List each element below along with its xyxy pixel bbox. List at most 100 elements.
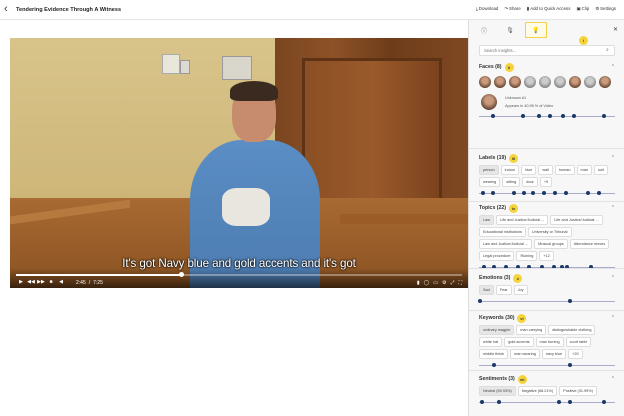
fullscreen-icon[interactable]: ⤢	[450, 280, 454, 286]
insight-chip[interactable]: suit	[593, 165, 608, 175]
insight-chip[interactable]: Sad	[479, 285, 494, 295]
comment-icon[interactable]: ◯	[424, 280, 430, 286]
insight-chip[interactable]: Musical groups	[534, 239, 568, 249]
timeline-marker[interactable]	[585, 191, 590, 195]
timeline-marker[interactable]	[596, 191, 601, 195]
captions-icon[interactable]: ▭	[433, 280, 438, 286]
insight-chip[interactable]: blue	[521, 165, 537, 175]
timeline-marker[interactable]	[497, 400, 502, 404]
insight-chip[interactable]: Attendance moves	[569, 239, 610, 249]
timeline-marker[interactable]	[536, 114, 541, 118]
insight-chip[interactable]: Joy	[513, 285, 528, 295]
insight-chip[interactable]: Fear	[495, 285, 512, 295]
insight-chip[interactable]: Ruining	[516, 251, 538, 261]
insight-chip[interactable]: man wearing	[510, 349, 540, 359]
emotions-timeline[interactable]	[478, 298, 615, 304]
insight-chip[interactable]: Law	[479, 215, 494, 225]
close-icon[interactable]: ✕	[613, 26, 618, 33]
timeline-marker[interactable]	[478, 299, 483, 303]
download-action[interactable]: ⤓Download	[476, 6, 498, 12]
progress-handle[interactable]	[179, 272, 185, 277]
faces-timeline[interactable]	[479, 113, 615, 119]
insight-chip[interactable]: man	[576, 165, 592, 175]
timeline-marker[interactable]	[542, 191, 547, 195]
share-action[interactable]: ↷Share	[504, 6, 520, 12]
collapse-icon[interactable]: ⌃	[611, 64, 615, 70]
insight-chip[interactable]: man carrying	[516, 325, 547, 335]
insight-chip[interactable]: Law and Justice/Judicial ...	[479, 239, 533, 249]
labels-timeline[interactable]	[479, 190, 615, 196]
face-thumbnail[interactable]	[509, 76, 521, 88]
insight-chip[interactable]: man turning	[535, 337, 564, 347]
selected-face-thumbnail[interactable]	[481, 94, 497, 110]
insight-chip[interactable]: human	[554, 165, 575, 175]
insight-chip[interactable]: gold accents	[504, 337, 534, 347]
face-thumbnail[interactable]	[569, 76, 581, 88]
timeline-marker[interactable]	[561, 114, 566, 118]
collapse-icon[interactable]: ⌃	[611, 315, 615, 321]
face-thumbnail[interactable]	[479, 76, 491, 88]
back-arrow-icon[interactable]: ‹	[4, 4, 12, 15]
insight-chip[interactable]: sitting	[502, 177, 521, 187]
insight-chip[interactable]: +9	[539, 177, 553, 187]
video-progress-bar[interactable]	[16, 272, 462, 277]
stop-icon[interactable]: ■	[46, 278, 56, 287]
timeline-marker[interactable]	[572, 114, 577, 118]
timeline-marker[interactable]	[557, 400, 562, 404]
microphone-tab-icon[interactable]: 🎙	[499, 22, 521, 38]
timeline-marker[interactable]	[479, 400, 484, 404]
insight-chip[interactable]: Educational institutions	[479, 227, 526, 237]
timeline-marker[interactable]	[568, 299, 573, 303]
keywords-timeline[interactable]	[479, 362, 615, 368]
collapse-icon[interactable]: ⌃	[611, 376, 615, 382]
rewind-icon[interactable]: ◀◀	[26, 278, 36, 287]
insight-chip[interactable]: ordinary magpie	[479, 325, 515, 335]
face-thumbnail[interactable]	[599, 76, 611, 88]
insights-tab-icon[interactable]: 💡	[525, 22, 547, 38]
search-insights-input[interactable]	[479, 45, 615, 56]
timeline-marker[interactable]	[490, 191, 495, 195]
settings-action[interactable]: ⚙Settings	[595, 6, 616, 12]
collapse-icon[interactable]: ⌃	[611, 155, 615, 161]
collapse-icon[interactable]: ⌃	[611, 275, 615, 281]
insight-chip[interactable]: indoor	[500, 165, 520, 175]
face-thumbnail[interactable]	[539, 76, 551, 88]
add-to-quick-access-action[interactable]: ▮Add to Quick Access	[527, 6, 571, 12]
insight-chip[interactable]: Legal procedure	[479, 251, 515, 261]
bookmark-icon[interactable]: ▮	[417, 280, 420, 286]
face-thumbnail[interactable]	[554, 76, 566, 88]
insight-chip[interactable]: Positive (31.99%)	[559, 386, 597, 396]
face-thumbnail[interactable]	[584, 76, 596, 88]
timeline-marker[interactable]	[553, 191, 558, 195]
insight-chip[interactable]: person	[479, 165, 499, 175]
search-icon[interactable]: ⌕	[606, 47, 609, 53]
insight-chip[interactable]: court table	[565, 337, 592, 347]
timeline-marker[interactable]	[602, 114, 607, 118]
insight-chip[interactable]: Life and Justice/Judicial ...	[495, 215, 549, 225]
timeline-marker[interactable]	[568, 400, 573, 404]
timeline-marker[interactable]	[547, 114, 552, 118]
topics-timeline[interactable]	[479, 264, 615, 270]
timeline-marker[interactable]	[568, 363, 573, 367]
timeline-marker[interactable]	[564, 191, 569, 195]
insight-chip[interactable]: white hat	[479, 337, 503, 347]
insight-chip[interactable]: +12	[539, 251, 554, 261]
timeline-marker[interactable]	[520, 114, 525, 118]
expand-icon[interactable]: ⛶	[458, 280, 462, 286]
insight-chip[interactable]: wearing	[479, 177, 501, 187]
insight-chip[interactable]: navy blue	[541, 349, 567, 359]
sentiments-timeline[interactable]	[479, 399, 615, 405]
insight-chip[interactable]: distinguishable clothing	[548, 325, 596, 335]
insight-chip[interactable]: Life and Justice/Judicial ...	[550, 215, 603, 225]
video-player[interactable]: It's got Navy blue and gold accents and …	[10, 38, 468, 288]
timeline-marker[interactable]	[531, 191, 536, 195]
clip-action[interactable]: ▣Clip	[576, 6, 589, 12]
volume-icon[interactable]: ◀	[56, 278, 66, 287]
insight-chip[interactable]: +20	[568, 349, 583, 359]
timeline-marker[interactable]	[602, 400, 607, 404]
play-icon[interactable]: ▶	[16, 278, 26, 287]
settings-icon[interactable]: ⚙	[442, 280, 446, 286]
collapse-icon[interactable]: ⌃	[611, 205, 615, 211]
insight-chip[interactable]: University or Tribunal	[527, 227, 572, 237]
face-thumbnail[interactable]	[524, 76, 536, 88]
